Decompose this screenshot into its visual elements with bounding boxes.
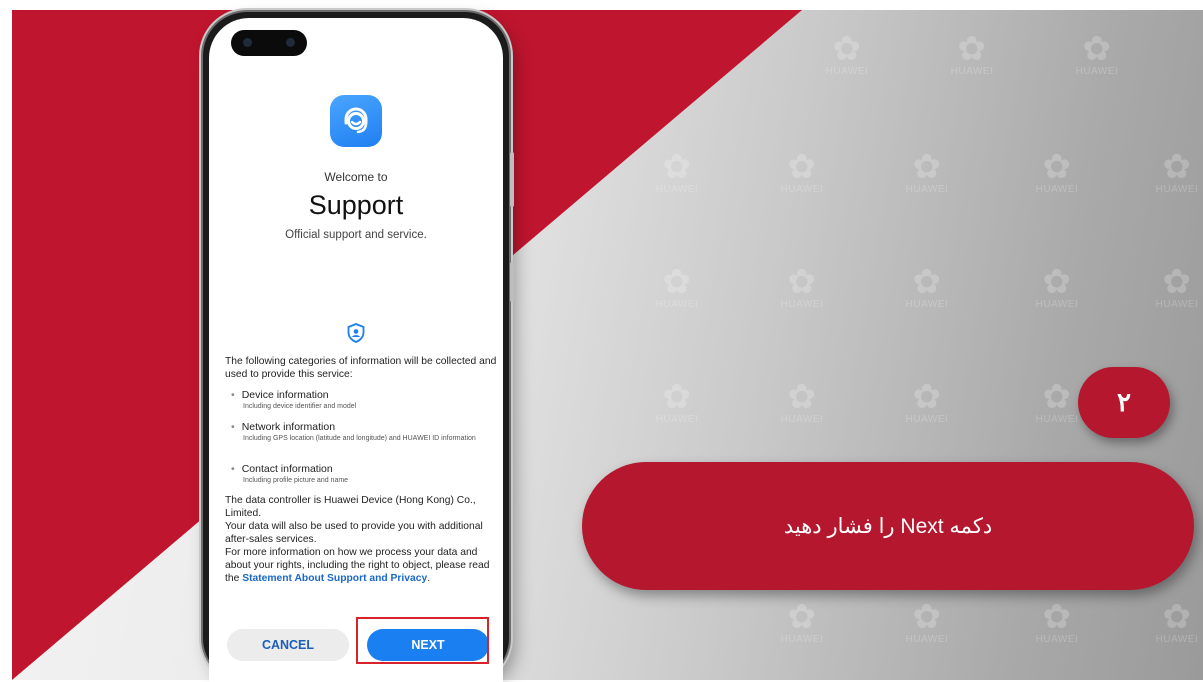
- huawei-watermark: ✿ HUAWEI: [1142, 600, 1203, 645]
- category-detail: Including GPS location (latitude and lon…: [243, 435, 476, 442]
- huawei-watermark: ✿ HUAWEI: [767, 600, 837, 645]
- huawei-watermark: ✿ HUAWEI: [642, 265, 712, 310]
- period-text: .: [427, 572, 431, 584]
- data-controller-text: The data controller is Huawei Device (Ho…: [225, 495, 476, 519]
- support-headset-icon: [330, 95, 382, 147]
- huawei-flower-icon: ✿: [787, 148, 817, 186]
- next-button-highlight: [356, 617, 489, 664]
- instruction-banner: دکمه Next را فشار دهید: [582, 462, 1194, 590]
- after-sales-text: Your data will also be used to provide y…: [225, 521, 483, 545]
- huawei-flower-icon: ✿: [1162, 263, 1192, 301]
- privacy-intro: The following categories of information …: [225, 356, 497, 380]
- front-camera: [231, 30, 307, 56]
- statement-link[interactable]: Statement About Support and Privacy: [242, 573, 427, 584]
- huawei-watermark: ✿ HUAWEI: [1142, 150, 1203, 195]
- app-title: Support: [308, 190, 404, 220]
- huawei-watermark: ✿ HUAWEI: [767, 380, 837, 425]
- huawei-flower-icon: ✿: [832, 30, 862, 68]
- huawei-flower-icon: ✿: [1042, 263, 1072, 301]
- category-title: Network information: [231, 421, 491, 434]
- huawei-flower-icon: ✿: [1042, 148, 1072, 186]
- huawei-watermark: ✿ HUAWEI: [1142, 265, 1203, 310]
- step-number-badge: ۲: [1078, 367, 1170, 438]
- huawei-flower-icon: ✿: [662, 378, 692, 416]
- huawei-watermark: ✿ HUAWEI: [892, 380, 962, 425]
- huawei-flower-icon: ✿: [912, 598, 942, 636]
- huawei-flower-icon: ✿: [912, 148, 942, 186]
- huawei-flower-icon: ✿: [787, 378, 817, 416]
- huawei-flower-icon: ✿: [662, 263, 692, 301]
- huawei-flower-icon: ✿: [957, 30, 987, 68]
- huawei-watermark: ✿ HUAWEI: [892, 600, 962, 645]
- huawei-flower-icon: ✿: [787, 598, 817, 636]
- welcome-text: Welcome to: [324, 170, 388, 184]
- category-title: Device information: [231, 389, 491, 402]
- list-item: Network information Including GPS locati…: [231, 421, 491, 443]
- phone-mockup: Welcome to Support Official support and …: [203, 12, 514, 682]
- category-detail: Including profile picture and name: [243, 477, 349, 484]
- huawei-watermark: ✿ HUAWEI: [1062, 32, 1132, 77]
- cancel-button[interactable]: CANCEL: [227, 629, 349, 661]
- app-subtitle: Official support and service.: [285, 229, 427, 241]
- huawei-watermark: ✿ HUAWEI: [642, 380, 712, 425]
- huawei-watermark: ✿ HUAWEI: [892, 150, 962, 195]
- huawei-flower-icon: ✿: [1042, 598, 1072, 636]
- huawei-flower-icon: ✿: [662, 148, 692, 186]
- volume-button: [510, 152, 514, 207]
- huawei-watermark: ✿ HUAWEI: [892, 265, 962, 310]
- huawei-watermark: ✿ HUAWEI: [812, 32, 882, 77]
- huawei-watermark: ✿ HUAWEI: [1022, 150, 1092, 195]
- huawei-watermark: ✿ HUAWEI: [937, 32, 1007, 77]
- huawei-watermark: ✿ HUAWEI: [1022, 265, 1092, 310]
- huawei-flower-icon: ✿: [1162, 148, 1192, 186]
- huawei-watermark: ✿ HUAWEI: [767, 150, 837, 195]
- huawei-flower-icon: ✿: [912, 378, 942, 416]
- huawei-watermark: ✿ HUAWEI: [1022, 600, 1092, 645]
- huawei-flower-icon: ✿: [787, 263, 817, 301]
- list-item: Device information Including device iden…: [231, 389, 491, 411]
- category-title: Contact information: [231, 463, 491, 476]
- category-detail: Including device identifier and model: [243, 403, 357, 410]
- huawei-watermark: ✿ HUAWEI: [767, 265, 837, 310]
- huawei-flower-icon: ✿: [1162, 598, 1192, 636]
- list-item: Contact information Including profile pi…: [231, 463, 491, 485]
- huawei-watermark: ✿ HUAWEI: [642, 150, 712, 195]
- shield-user-icon: [347, 323, 365, 343]
- power-button: [510, 262, 514, 302]
- more-info-text: For more information on how we process y…: [225, 547, 499, 585]
- huawei-flower-icon: ✿: [912, 263, 942, 301]
- huawei-flower-icon: ✿: [1082, 30, 1112, 68]
- phone-screen: Welcome to Support Official support and …: [209, 18, 503, 682]
